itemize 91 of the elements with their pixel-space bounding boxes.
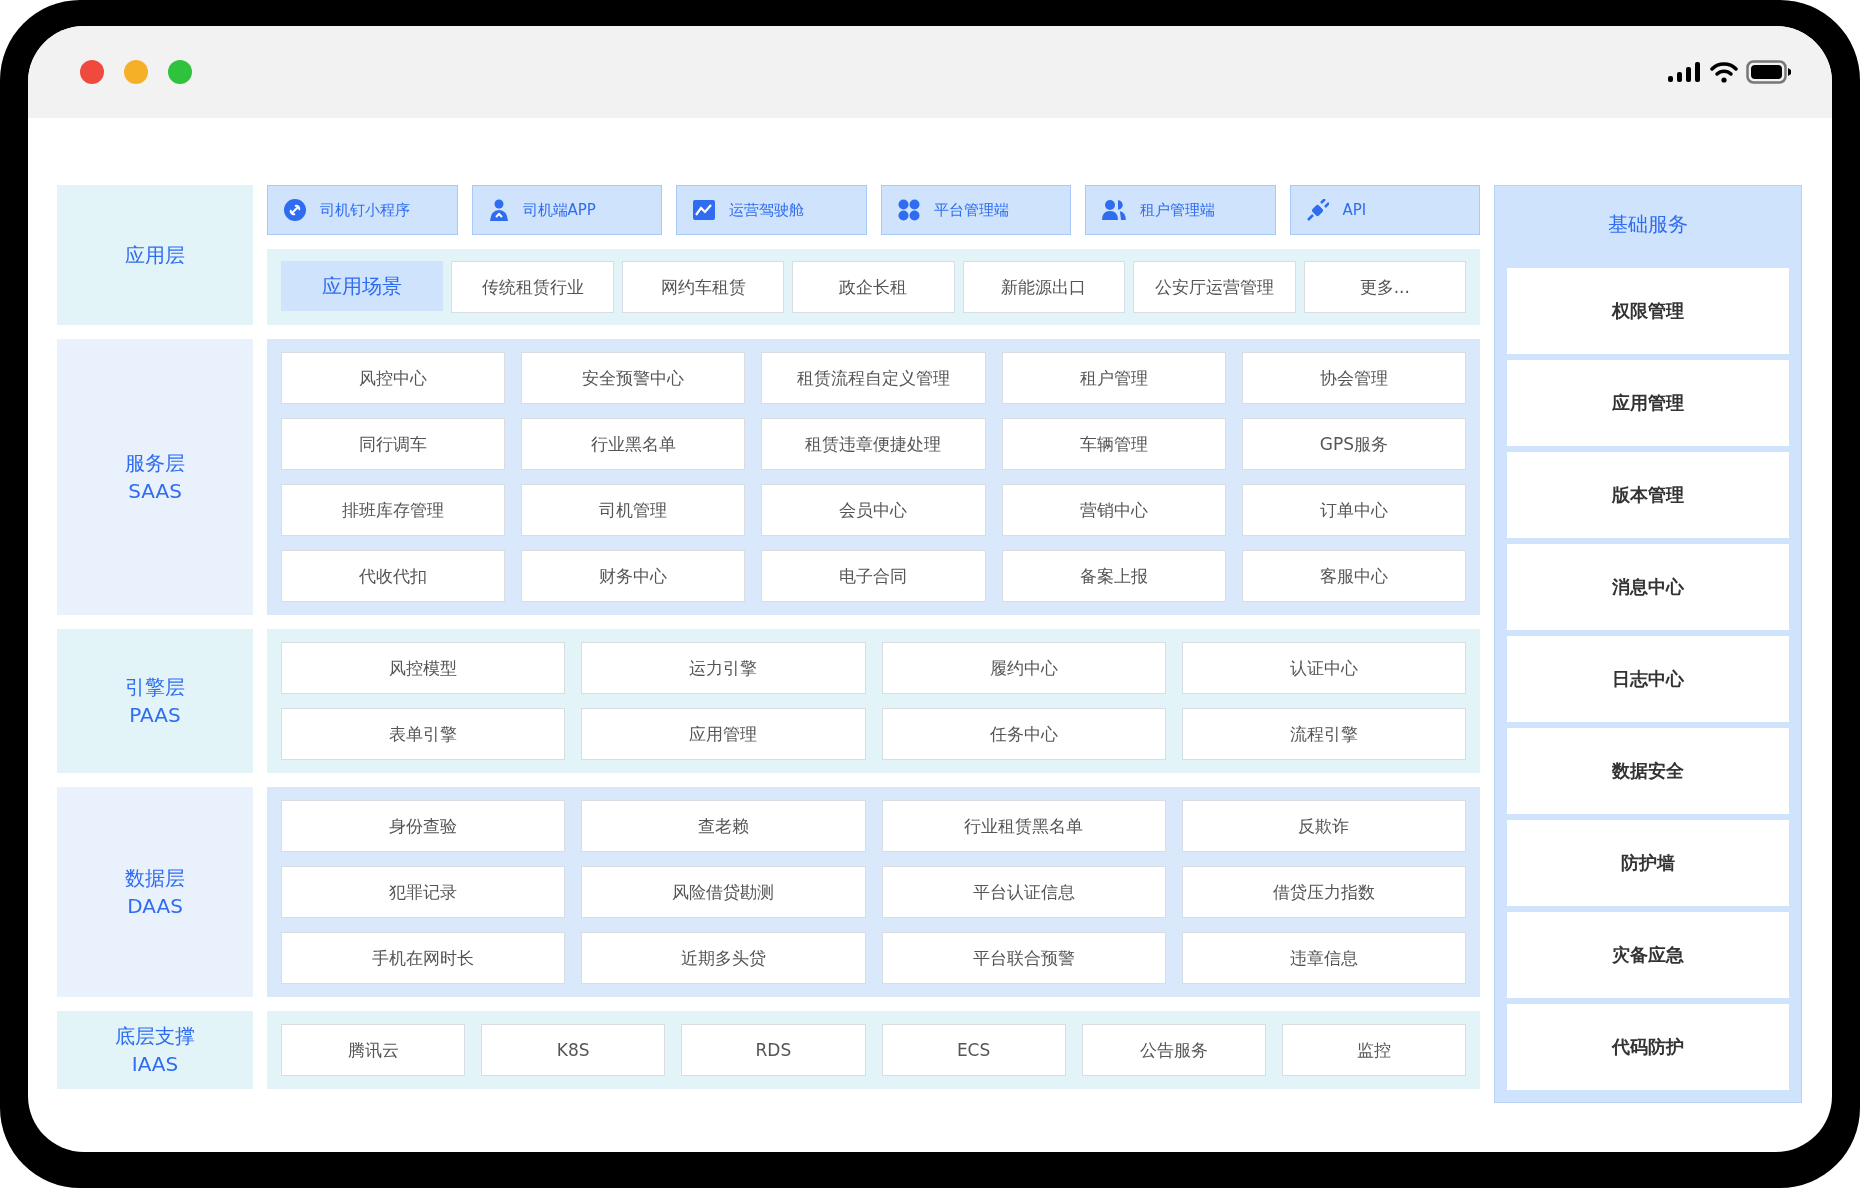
module-item[interactable]: GPS服务 (1241, 418, 1466, 470)
module-item[interactable]: 行业租赁黑名单 (881, 800, 1166, 852)
maximize-button[interactable] (168, 60, 192, 84)
service-item[interactable]: 代码防护 (1507, 1004, 1789, 1090)
module-item[interactable]: 平台认证信息 (881, 866, 1166, 918)
service-item[interactable]: 灾备应急 (1507, 912, 1789, 998)
app-entry[interactable]: API (1289, 185, 1480, 235)
module-item[interactable]: 租赁违章便捷处理 (761, 418, 986, 470)
module-item[interactable]: RDS (681, 1024, 866, 1076)
module-item[interactable]: K8S (481, 1024, 666, 1076)
module-item[interactable]: 备案上报 (1001, 550, 1226, 602)
service-item[interactable]: 版本管理 (1507, 452, 1789, 538)
signal-icon (1668, 62, 1702, 82)
wifi-icon (1710, 61, 1738, 83)
module-item[interactable]: 手机在网时长 (281, 932, 566, 984)
module-item[interactable]: 会员中心 (761, 484, 986, 536)
scenario-item[interactable]: 网约车租赁 (621, 261, 785, 313)
module-item[interactable]: 风控模型 (281, 642, 566, 694)
module-item[interactable]: 排班库存管理 (281, 484, 506, 536)
module-item[interactable]: 营销中心 (1001, 484, 1226, 536)
module-item[interactable]: 腾讯云 (281, 1024, 466, 1076)
scenario-item[interactable]: 新能源出口 (962, 261, 1126, 313)
entry-label: 运营驾驶舱 (729, 200, 804, 220)
module-item[interactable]: 反欺诈 (1181, 800, 1466, 852)
module-item[interactable]: 风险借贷勘测 (581, 866, 866, 918)
module-item[interactable]: 近期多头贷 (581, 932, 866, 984)
scenario-heading: 应用场景 (281, 261, 444, 311)
entry-label: API (1342, 201, 1367, 219)
module-item[interactable]: 流程引擎 (1181, 708, 1466, 760)
module-item[interactable]: 认证中心 (1181, 642, 1466, 694)
scenario-item[interactable]: 政企长租 (792, 261, 955, 313)
module-item[interactable]: 财务中心 (521, 550, 746, 602)
module-item[interactable]: 安全预警中心 (521, 352, 746, 404)
module-item[interactable]: 表单引擎 (281, 708, 566, 760)
battery-icon (1746, 60, 1792, 84)
module-item[interactable]: 任务中心 (881, 708, 1166, 760)
service-item[interactable]: 权限管理 (1507, 268, 1789, 354)
minimize-button[interactable] (124, 60, 148, 84)
module-item[interactable]: 司机管理 (521, 484, 746, 536)
module-item[interactable]: 公告服务 (1081, 1024, 1266, 1076)
module-item[interactable]: ECS (881, 1024, 1066, 1076)
app-entry[interactable]: 平台管理端 (880, 185, 1071, 235)
app-entry[interactable]: 运营驾驶舱 (676, 185, 867, 235)
service-item[interactable]: 应用管理 (1507, 360, 1789, 446)
entry-label: 司机端APP (522, 200, 596, 220)
layer-label: 数据层 DAAS (57, 787, 253, 997)
plug-icon (1306, 199, 1329, 221)
app-entry[interactable]: 租户管理端 (1085, 185, 1276, 235)
module-item[interactable]: 风控中心 (281, 352, 506, 404)
module-item[interactable]: 犯罪记录 (281, 866, 566, 918)
layer-label: 应用层 (57, 185, 253, 325)
module-item[interactable]: 代收代扣 (281, 550, 506, 602)
module-item[interactable]: 平台联合预警 (881, 932, 1166, 984)
layer-label: 引擎层 PAAS (57, 629, 253, 773)
module-item[interactable]: 违章信息 (1181, 932, 1466, 984)
service-item[interactable]: 防护墙 (1507, 820, 1789, 906)
close-button[interactable] (80, 60, 104, 84)
module-item[interactable]: 监控 (1281, 1024, 1466, 1076)
module-item[interactable]: 同行调车 (281, 418, 506, 470)
module-item[interactable]: 运力引擎 (581, 642, 866, 694)
scenario-item[interactable]: 公安厅运营管理 (1133, 261, 1296, 313)
entry-label: 司机钉小程序 (320, 200, 410, 220)
module-item[interactable]: 订单中心 (1241, 484, 1466, 536)
app-entry[interactable]: 司机钉小程序 (267, 185, 458, 235)
person-icon (488, 199, 509, 221)
layer-label: 服务层 SAAS (57, 339, 253, 615)
app-entry[interactable]: 司机端APP (471, 185, 662, 235)
module-item[interactable]: 车辆管理 (1001, 418, 1226, 470)
module-item[interactable]: 租户管理 (1001, 352, 1226, 404)
chart-icon (693, 200, 715, 220)
entry-label: 租户管理端 (1140, 200, 1215, 220)
scenario-item[interactable]: 传统租赁行业 (451, 261, 614, 313)
entry-label: 平台管理端 (933, 200, 1009, 220)
service-item[interactable]: 数据安全 (1507, 728, 1789, 814)
module-item[interactable]: 身份查验 (281, 800, 566, 852)
grid-icon (897, 199, 920, 221)
module-item[interactable]: 电子合同 (761, 550, 986, 602)
users-icon (1102, 200, 1126, 220)
scenario-item[interactable]: 更多... (1303, 261, 1466, 313)
module-item[interactable]: 租赁流程自定义管理 (761, 352, 986, 404)
service-item[interactable]: 消息中心 (1507, 544, 1789, 630)
module-item[interactable]: 客服中心 (1241, 550, 1466, 602)
module-item[interactable]: 履约中心 (881, 642, 1166, 694)
service-item[interactable]: 日志中心 (1507, 636, 1789, 722)
layer-label: 底层支撑 IAAS (57, 1011, 253, 1089)
module-item[interactable]: 查老赖 (581, 800, 866, 852)
module-item[interactable]: 应用管理 (581, 708, 866, 760)
module-item[interactable]: 行业黑名单 (521, 418, 746, 470)
panel-title: 基础服务 (1607, 210, 1689, 238)
module-item[interactable]: 协会管理 (1241, 352, 1466, 404)
module-item[interactable]: 借贷压力指数 (1181, 866, 1466, 918)
